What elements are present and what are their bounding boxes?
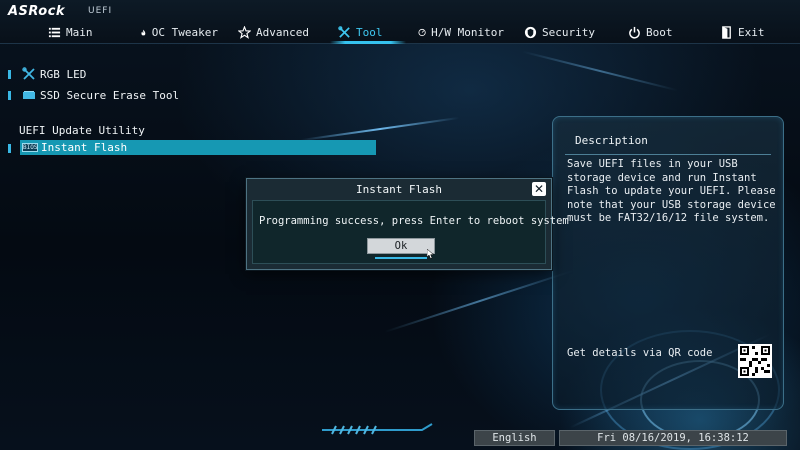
top-navigation-bar: ASRock UEFI Main OC Tweaker Advanced Too… [0,0,800,44]
ssd-icon [23,91,35,99]
decorative-arrows [322,423,433,435]
main-tabs: Main OC Tweaker Advanced Tool H/W Monito… [38,20,780,44]
menu-item-ssd-secure-erase[interactable]: SSD Secure Erase Tool [22,87,179,103]
light-streak [300,116,460,142]
qr-code-icon[interactable] [738,344,772,378]
power-icon [629,26,640,39]
tab-tool-label: Tool [356,25,383,39]
menu-item-ssd-secure-erase-label: SSD Secure Erase Tool [40,88,180,102]
dialog-body: Programming success, press Enter to rebo… [252,200,569,264]
tab-security-label: Security [542,25,595,39]
menu-item-rgb-led-label: RGB LED [40,67,87,81]
asrock-logo: ASRock [8,4,66,19]
ok-button[interactable]: Ok [367,238,435,254]
list-icon [48,27,61,37]
item-marker [8,70,11,79]
qr-code-label: Get details via QR code [567,347,713,359]
uefi-label: UEFI [88,6,113,16]
tab-tool[interactable]: Tool [328,20,408,44]
light-streak [522,50,678,92]
tab-security[interactable]: Security [514,20,618,44]
tab-hw-monitor-label: H/W Monitor [431,25,504,39]
section-uefi-update-utility: UEFI Update Utility [19,124,145,137]
tab-advanced-label: Advanced [256,25,309,39]
tab-boot-label: Boot [646,25,673,39]
tab-boot[interactable]: Boot [618,20,710,44]
tab-exit-label: Exit [738,25,765,39]
description-panel: Description Save UEFI files in your USB … [552,116,784,410]
close-icon[interactable]: ✕ [532,182,546,196]
item-marker [8,144,11,153]
description-text: Save UEFI files in your USB storage devi… [567,158,776,224]
description-divider [565,154,771,155]
tab-hw-monitor[interactable]: H/W Monitor [408,20,514,44]
wrench-screwdriver-icon [22,67,35,80]
monitor-gauge-icon [418,28,426,36]
dialog-title: Instant Flash [355,183,443,196]
dialog-message: Programming success, press Enter to rebo… [259,215,569,227]
mouse-pointer-icon [427,249,435,259]
menu-item-rgb-led[interactable]: RGB LED [22,66,86,82]
tab-exit[interactable]: Exit [710,20,780,44]
ok-focus-indicator [375,257,427,259]
description-title: Description [575,134,648,147]
flame-icon [141,29,146,35]
tab-oc-tweaker-label: OC Tweaker [151,25,218,39]
star-icon [238,25,251,39]
language-selector[interactable]: English [474,430,555,446]
date-time-display: Fri 08/16/2019, 16:38:12 [559,430,787,446]
instant-flash-dialog: Instant Flash ✕ Programming success, pre… [246,178,569,270]
tab-oc-tweaker[interactable]: OC Tweaker [130,20,228,44]
light-streak [384,269,576,333]
shield-icon [524,26,537,38]
exit-door-icon [722,25,731,39]
tools-icon [338,25,350,38]
tab-main-label: Main [66,25,93,39]
tab-main[interactable]: Main [38,20,130,44]
menu-item-instant-flash-label: Instant Flash [41,141,128,154]
bios-chip-icon: BIOS [22,143,38,152]
tab-advanced[interactable]: Advanced [228,20,328,44]
item-marker [8,91,11,100]
menu-item-instant-flash[interactable]: BIOS Instant Flash [20,140,376,155]
